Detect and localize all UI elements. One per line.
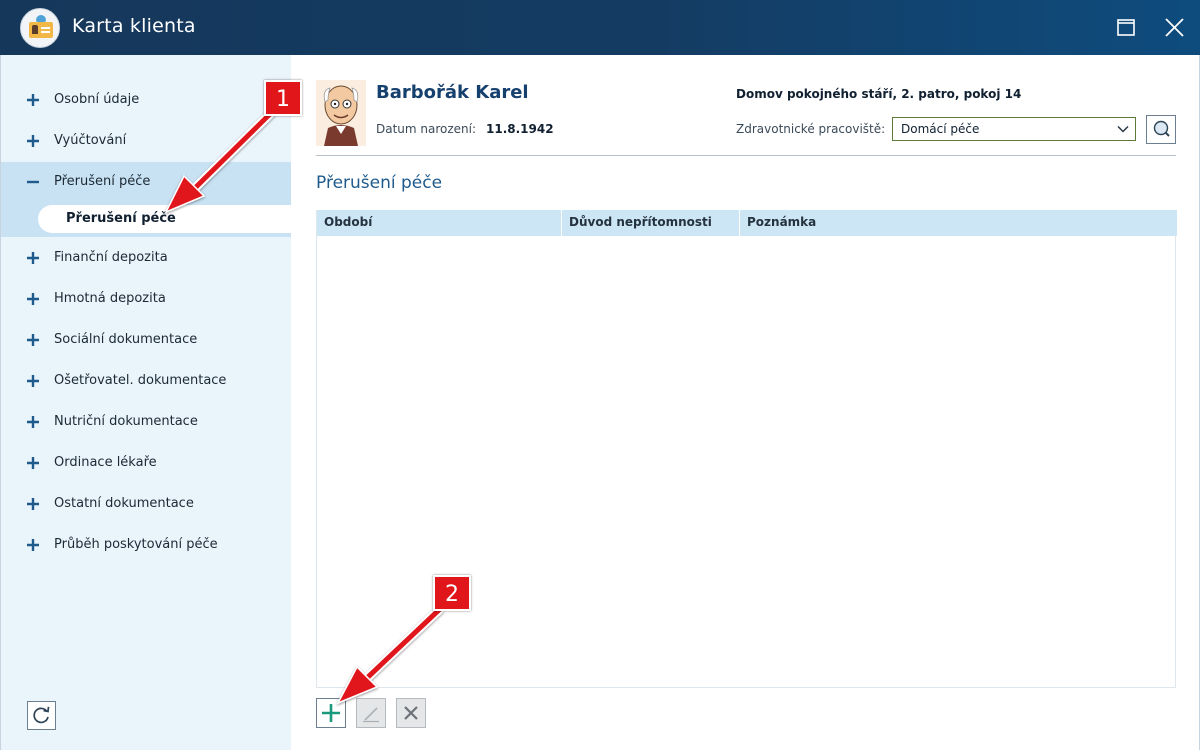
search-icon bbox=[1153, 120, 1170, 137]
add-button[interactable] bbox=[316, 698, 346, 728]
maximize-button[interactable] bbox=[1110, 12, 1142, 44]
sidebar-subitem-preruseni-pece[interactable]: Přerušení péče bbox=[38, 205, 292, 233]
birthdate-value: 11.8.1942 bbox=[486, 122, 554, 136]
pencil-icon bbox=[363, 707, 379, 723]
sidebar-item-ostatni-dokumentace[interactable]: Ostatní dokumentace bbox=[1, 484, 292, 525]
column-header-duvod[interactable]: Důvod nepřítomnosti bbox=[562, 210, 740, 236]
sidebar-item-hmotna-depozita[interactable]: Hmotná depozita bbox=[1, 279, 292, 320]
sidebar-item-nutricni-dokumentace[interactable]: Nutriční dokumentace bbox=[1, 402, 292, 443]
chevron-down-icon bbox=[1117, 125, 1129, 133]
table-bottom-border bbox=[316, 687, 1176, 688]
workstation-value: Domácí péče bbox=[901, 122, 980, 136]
minus-icon bbox=[27, 180, 39, 184]
plus-icon bbox=[27, 457, 39, 469]
care-interruption-table[interactable]: Období Důvod nepřítomnosti Poznámka bbox=[316, 210, 1177, 688]
client-avatar bbox=[316, 80, 366, 146]
plus-icon bbox=[27, 135, 39, 147]
column-header-poznamka[interactable]: Poznámka bbox=[740, 210, 1177, 236]
delete-button[interactable] bbox=[396, 698, 426, 728]
client-card-icon bbox=[20, 8, 60, 48]
plus-icon bbox=[27, 416, 39, 428]
section-title: Přerušení péče bbox=[316, 173, 443, 193]
sidebar-item-financni-depozita[interactable]: Finanční depozita bbox=[1, 238, 292, 279]
plus-icon bbox=[27, 252, 39, 264]
sidebar-item-ordinace-lekare[interactable]: Ordinace lékaře bbox=[1, 443, 292, 484]
client-address: Domov pokojného stáří, 2. patro, pokoj 1… bbox=[736, 87, 1022, 101]
plus-icon bbox=[27, 293, 39, 305]
sidebar-item-osobni-udaje[interactable]: Osobní údaje bbox=[1, 80, 292, 121]
sidebar-item-prubeh-poskytovani-pece[interactable]: Průběh poskytování péče bbox=[1, 525, 292, 566]
workstation-select[interactable]: Domácí péče bbox=[892, 117, 1136, 141]
sidebar-item-osetrovatel-dokumentace[interactable]: Ošetřovatel. dokumentace bbox=[1, 361, 292, 402]
birthdate-label: Datum narození: bbox=[376, 122, 477, 136]
sidebar-item-socialni-dokumentace[interactable]: Sociální dokumentace bbox=[1, 320, 292, 361]
close-button[interactable] bbox=[1158, 12, 1190, 44]
close-icon bbox=[1165, 18, 1184, 37]
sidebar: Osobní údaje Vyúčtování Přerušení péče P… bbox=[0, 55, 292, 750]
plus-icon bbox=[27, 498, 39, 510]
maximize-icon bbox=[1117, 19, 1135, 36]
plus-icon bbox=[27, 334, 39, 346]
callout-1: 1 bbox=[264, 80, 302, 116]
plus-icon bbox=[322, 704, 340, 722]
main-panel: Barbořák Karel Datum narození: 11.8.1942… bbox=[291, 55, 1200, 750]
edit-button[interactable] bbox=[356, 698, 386, 728]
sidebar-item-vyuctovani[interactable]: Vyúčtování bbox=[1, 121, 292, 162]
search-button[interactable] bbox=[1146, 115, 1176, 144]
refresh-button[interactable] bbox=[27, 701, 56, 730]
client-name: Barbořák Karel bbox=[376, 82, 529, 103]
header-divider bbox=[316, 155, 1176, 156]
callout-2: 2 bbox=[433, 575, 471, 611]
x-icon bbox=[404, 706, 418, 720]
plus-icon bbox=[27, 375, 39, 387]
window-title: Karta klienta bbox=[72, 15, 196, 37]
table-header: Období Důvod nepřítomnosti Poznámka bbox=[317, 210, 1177, 236]
sidebar-item-preruseni-pece[interactable]: Přerušení péče bbox=[1, 162, 292, 203]
column-header-obdobi[interactable]: Období bbox=[317, 210, 562, 236]
plus-icon bbox=[27, 539, 39, 551]
refresh-icon bbox=[33, 706, 50, 724]
plus-icon bbox=[27, 94, 39, 106]
title-bar: Karta klienta bbox=[0, 0, 1200, 55]
workstation-label: Zdravotnické pracoviště: bbox=[736, 122, 886, 136]
